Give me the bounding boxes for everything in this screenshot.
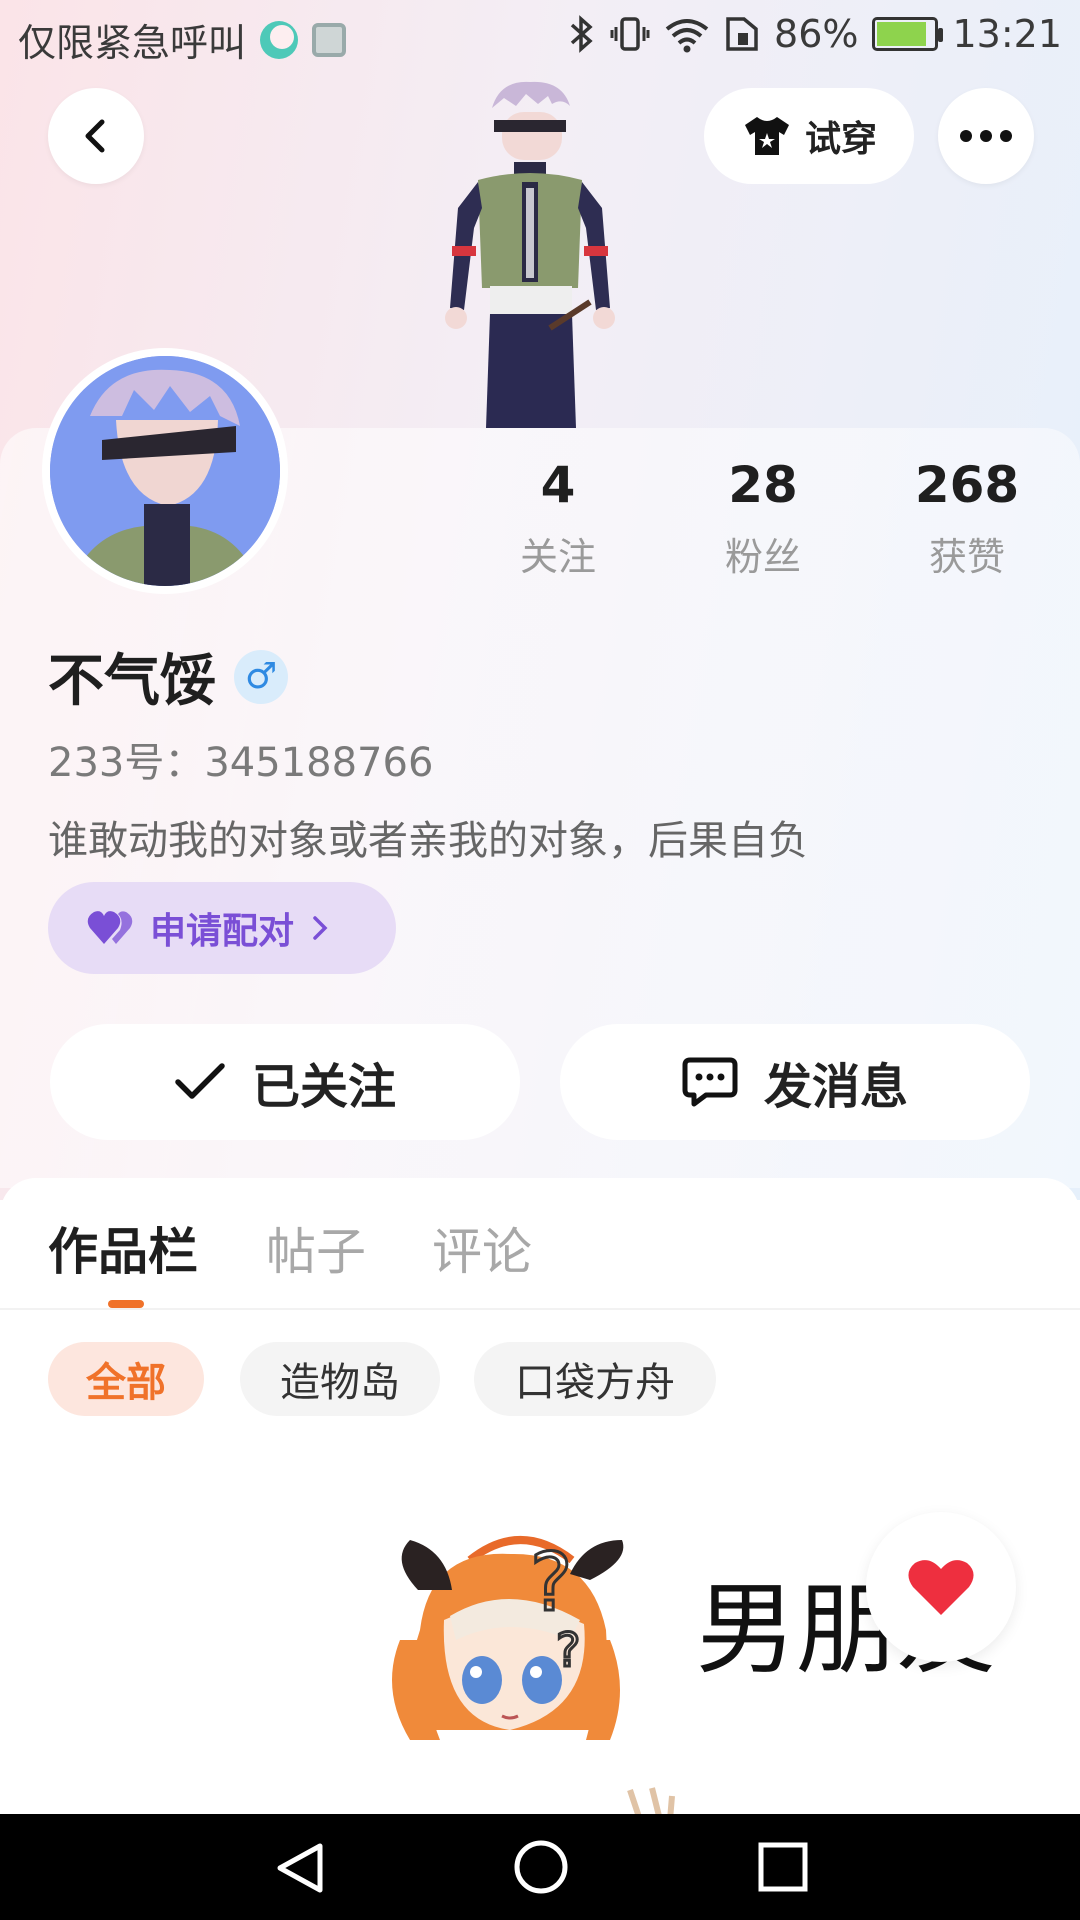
tab-comments[interactable]: 评论 xyxy=(432,1212,532,1284)
heart-pair-icon xyxy=(87,911,133,944)
floating-heart-button[interactable] xyxy=(866,1512,1016,1662)
pair-request-button[interactable]: 申请配对 xyxy=(48,882,396,974)
wifi-icon xyxy=(664,15,710,53)
heart-icon xyxy=(908,1560,974,1615)
message-button[interactable]: 发消息 xyxy=(560,1024,1030,1140)
tab-posts[interactable]: 帖子 xyxy=(266,1212,366,1284)
shirt-icon xyxy=(744,117,789,155)
image-notification-icon xyxy=(312,22,347,57)
avatar[interactable] xyxy=(42,348,288,594)
followed-label: 已关注 xyxy=(251,1059,396,1115)
user-id: 233号：345188766 xyxy=(48,740,434,786)
system-navigation-bar xyxy=(0,1814,1080,1920)
battery-icon xyxy=(872,17,944,51)
checkmark-icon xyxy=(175,1063,225,1099)
stat-value: 28 xyxy=(728,456,798,514)
username: 不气馁 xyxy=(48,649,216,714)
male-gender-icon: ♂ xyxy=(234,649,288,704)
stat-value: 4 xyxy=(540,456,576,514)
stat-value: 268 xyxy=(914,456,1020,514)
stat-likes[interactable]: 268 获赞 xyxy=(877,456,1057,581)
active-tab-indicator xyxy=(108,1300,144,1308)
stat-label: 获赞 xyxy=(928,535,1005,579)
chat-bubble-icon xyxy=(682,1057,738,1107)
avatar-portrait xyxy=(50,356,280,586)
status-bar: 仅限紧急呼叫 86% 13:21 xyxy=(0,0,1080,72)
more-dots-icon xyxy=(960,130,1012,142)
tab-divider xyxy=(0,1308,1080,1310)
filter-chip-pocket-ark[interactable]: 口袋方舟 xyxy=(474,1342,716,1416)
try-on-button[interactable]: 试穿 xyxy=(704,88,914,184)
moon-icon xyxy=(260,20,299,59)
carrier-text: 仅限紧急呼叫 xyxy=(18,21,247,65)
chevron-right-icon xyxy=(313,916,328,940)
message-label: 发消息 xyxy=(763,1059,908,1115)
stat-label: 粉丝 xyxy=(724,535,801,579)
nav-recents-icon[interactable] xyxy=(756,1840,810,1894)
pair-label: 申请配对 xyxy=(150,911,295,952)
vibrate-icon xyxy=(610,15,650,53)
svg-text:?: ? xyxy=(530,1536,572,1629)
clock: 13:21 xyxy=(952,12,1062,56)
sim-icon xyxy=(724,15,760,53)
try-on-label: 试穿 xyxy=(804,119,877,160)
svg-text:?: ? xyxy=(556,1623,580,1677)
nav-back-icon[interactable] xyxy=(270,1840,330,1896)
stat-following[interactable]: 4 关注 xyxy=(468,456,648,581)
nav-home-icon[interactable] xyxy=(512,1838,570,1896)
character-figure xyxy=(445,81,615,428)
followed-button[interactable]: 已关注 xyxy=(50,1024,520,1140)
bluetooth-icon xyxy=(568,15,596,53)
back-button[interactable] xyxy=(48,88,144,184)
chevron-left-icon xyxy=(85,119,105,153)
stat-followers[interactable]: 28 粉丝 xyxy=(673,456,853,581)
filter-chip-all[interactable]: 全部 xyxy=(48,1342,204,1416)
battery-percent: 86% xyxy=(774,12,859,56)
bio: 谁敢动我的对象或者亲我的对象，后果自负 xyxy=(48,818,808,864)
more-button[interactable] xyxy=(938,88,1034,184)
filter-chip-creation-island[interactable]: 造物岛 xyxy=(240,1342,440,1416)
stat-label: 关注 xyxy=(519,535,596,579)
tab-works[interactable]: 作品栏 xyxy=(48,1212,198,1284)
profile-name-row: 不气馁 ♂ xyxy=(48,636,288,717)
